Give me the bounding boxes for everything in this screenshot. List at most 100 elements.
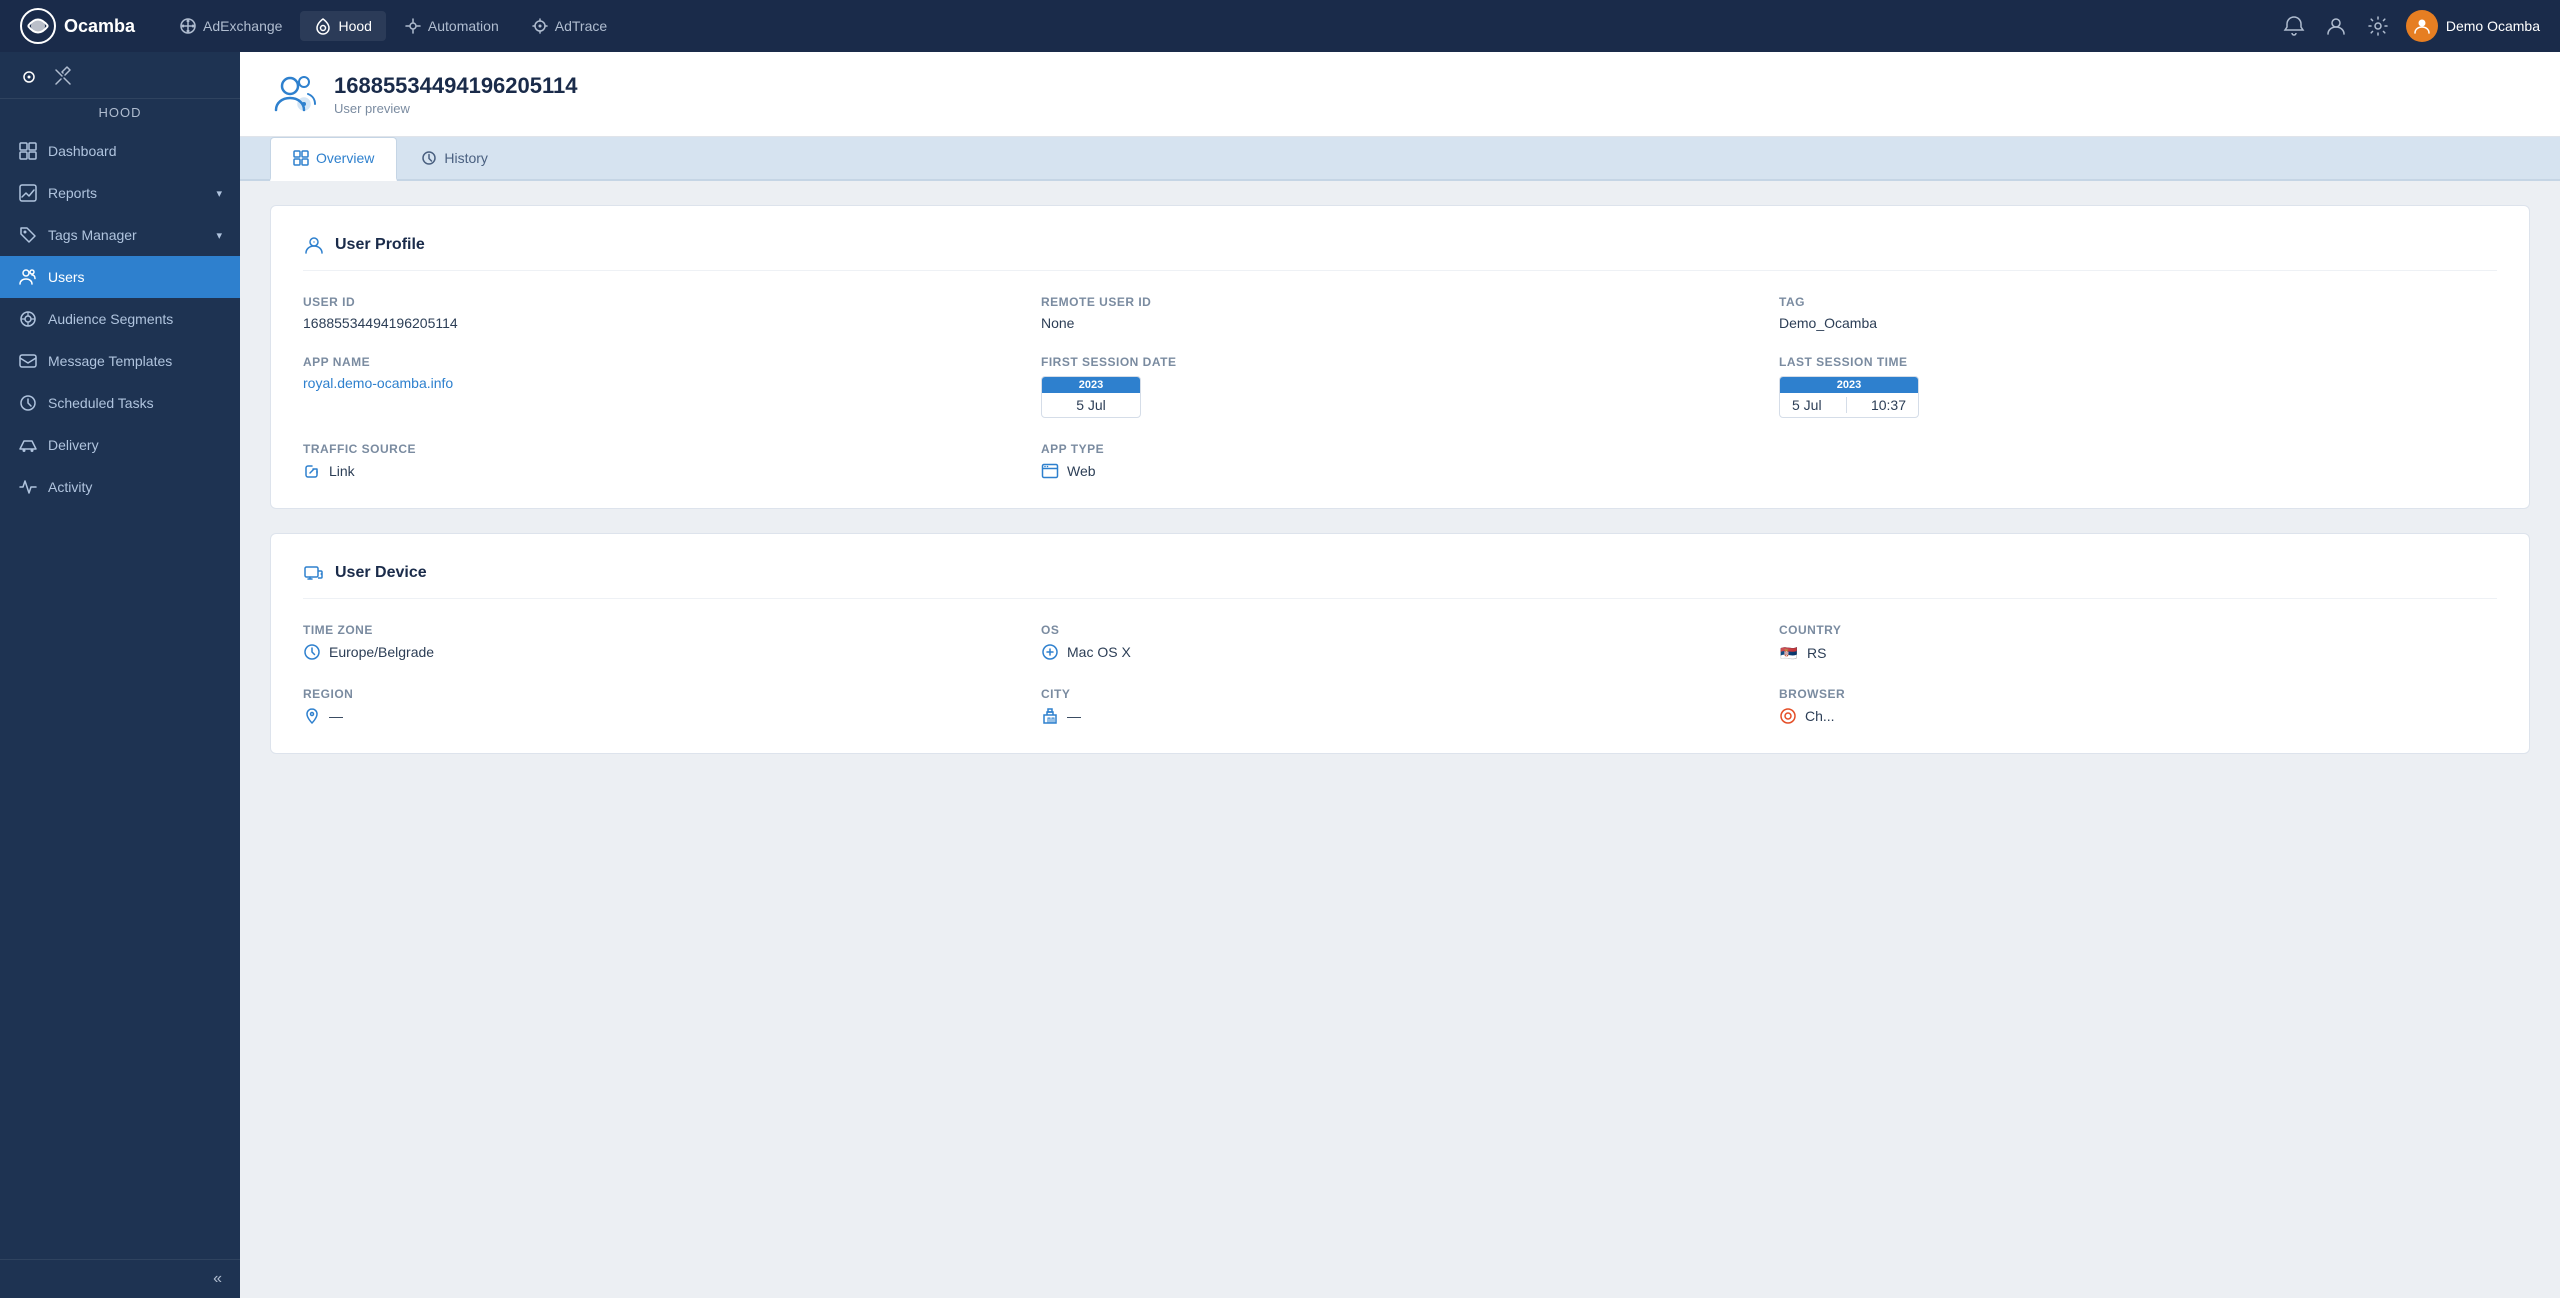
tab-overview[interactable]: Overview <box>270 137 397 181</box>
sidebar-bottom: « <box>0 1259 240 1298</box>
nav-hood[interactable]: Hood <box>300 11 385 41</box>
profile-field-traffic-source: Traffic Source Link <box>303 442 1021 480</box>
traffic-source-text: Link <box>329 463 355 479</box>
app-name: Ocamba <box>64 16 135 37</box>
sidebar-item-reports[interactable]: Reports ▾ <box>0 172 240 214</box>
sidebar-item-users[interactable]: Users <box>0 256 240 298</box>
logo-icon <box>20 8 56 44</box>
automation-icon <box>404 17 422 35</box>
nav-adexchange[interactable]: AdExchange <box>165 11 296 41</box>
user-device-card-inner: User Device Time Zone Europe/Belgrade <box>271 534 2529 753</box>
user-device-title: User Device <box>303 562 2497 599</box>
hood-icon <box>314 17 332 35</box>
app-layout: Hood Dashboard Reports ▾ Tags Manager ▾ … <box>0 52 2560 1298</box>
sidebar-item-activity[interactable]: Activity <box>0 466 240 508</box>
user-button[interactable] <box>2322 12 2350 40</box>
last-session-year: 2023 <box>1780 377 1918 393</box>
content-area: User Profile User ID 1688553449419620511… <box>240 181 2560 802</box>
last-session-badge: 2023 5 Jul 10:37 <box>1779 376 1919 418</box>
browser-value: Ch... <box>1779 707 2497 725</box>
top-menu: AdExchange Hood Automation AdTrace <box>165 11 2280 41</box>
sidebar-delivery-label: Delivery <box>48 437 99 453</box>
sidebar-tools-icon[interactable] <box>52 66 74 88</box>
sidebar-item-delivery[interactable]: Delivery <box>0 424 240 466</box>
tab-history[interactable]: History <box>399 138 510 181</box>
sidebar-home-icon[interactable] <box>18 66 40 88</box>
activity-icon <box>18 477 38 497</box>
profile-field-browser: Browser Ch... <box>1779 687 2497 725</box>
delivery-icon <box>18 435 38 455</box>
session-divider <box>1846 397 1847 413</box>
city-text: — <box>1067 708 1081 724</box>
profile-field-first-session: First Session Date 2023 5 Jul <box>1041 355 1759 418</box>
first-session-year: 2023 <box>1042 377 1140 393</box>
tags-arrow-icon: ▾ <box>216 229 222 242</box>
timezone-label: Time Zone <box>303 623 1021 637</box>
page-header: 16885534494196205114 User preview <box>240 52 2560 137</box>
profile-field-region: Region — <box>303 687 1021 725</box>
first-session-label: First Session Date <box>1041 355 1759 369</box>
app-type-value: Web <box>1041 462 1759 480</box>
message-templates-icon <box>18 351 38 371</box>
sidebar-item-tags-manager[interactable]: Tags Manager ▾ <box>0 214 240 256</box>
browser-label: Browser <box>1779 687 2497 701</box>
sidebar-item-message-templates[interactable]: Message Templates <box>0 340 240 382</box>
web-icon <box>1041 462 1059 480</box>
sidebar-item-scheduled-tasks[interactable]: Scheduled Tasks <box>0 382 240 424</box>
main-content: 16885534494196205114 User preview Overvi… <box>240 52 2560 1298</box>
sidebar-collapse-button[interactable]: « <box>213 1270 222 1288</box>
country-label: Country <box>1779 623 2497 637</box>
profile-field-country: Country 🇷🇸 RS <box>1779 623 2497 663</box>
tab-history-label: History <box>444 150 488 166</box>
sidebar-activity-label: Activity <box>48 479 92 495</box>
os-icon <box>1041 643 1059 661</box>
nav-automation[interactable]: Automation <box>390 11 513 41</box>
app-type-text: Web <box>1067 463 1096 479</box>
user-device-card: User Device Time Zone Europe/Belgrade <box>270 533 2530 754</box>
country-value: 🇷🇸 RS <box>1779 643 2497 663</box>
device-grid: Time Zone Europe/Belgrade OS Mac OS <box>303 623 2497 725</box>
notifications-button[interactable] <box>2280 12 2308 40</box>
topnav-right: Demo Ocamba <box>2280 10 2540 42</box>
sidebar: Hood Dashboard Reports ▾ Tags Manager ▾ … <box>0 52 240 1298</box>
last-session-time: 10:37 <box>1871 397 1906 413</box>
profile-field-city: City — <box>1041 687 1759 725</box>
user-id-label: User ID <box>303 295 1021 309</box>
avatar-icon <box>2413 17 2431 35</box>
city-value: — <box>1041 707 1759 725</box>
profile-field-app-type: App Type Web <box>1041 442 1759 480</box>
nav-hood-label: Hood <box>338 18 371 34</box>
remote-user-id-value: None <box>1041 315 1759 331</box>
user-icon <box>2325 15 2347 37</box>
timezone-value: Europe/Belgrade <box>303 643 1021 661</box>
top-navigation: Ocamba AdExchange Hood Automation AdTrac… <box>0 0 2560 52</box>
sidebar-users-label: Users <box>48 269 85 285</box>
sidebar-icons <box>18 66 74 88</box>
sidebar-item-dashboard[interactable]: Dashboard <box>0 130 240 172</box>
app-name-value[interactable]: royal.demo-ocamba.info <box>303 375 453 391</box>
remote-user-id-label: Remote User ID <box>1041 295 1759 309</box>
region-text: — <box>329 708 343 724</box>
user-profile-menu[interactable]: Demo Ocamba <box>2406 10 2540 42</box>
profile-field-last-session: Last Session Time 2023 5 Jul 10:37 <box>1779 355 2497 418</box>
region-icon <box>303 707 321 725</box>
sidebar-item-audience-segments[interactable]: Audience Segments <box>0 298 240 340</box>
os-text: Mac OS X <box>1067 644 1131 660</box>
nav-adtrace[interactable]: AdTrace <box>517 11 621 41</box>
settings-button[interactable] <box>2364 12 2392 40</box>
sidebar-message-templates-label: Message Templates <box>48 353 172 369</box>
adexchange-icon <box>179 17 197 35</box>
tab-overview-label: Overview <box>316 150 374 166</box>
city-icon <box>1041 707 1059 725</box>
last-session-row: 5 Jul 10:37 <box>1780 393 1918 417</box>
profile-field-app-name: App name royal.demo-ocamba.info <box>303 355 1021 418</box>
nav-automation-label: Automation <box>428 18 499 34</box>
app-logo[interactable]: Ocamba <box>20 8 135 44</box>
os-value: Mac OS X <box>1041 643 1759 661</box>
browser-icon <box>1779 707 1797 725</box>
page-title: 16885534494196205114 <box>334 73 578 99</box>
sidebar-scheduled-tasks-label: Scheduled Tasks <box>48 395 154 411</box>
app-type-label: App Type <box>1041 442 1759 456</box>
history-tab-icon <box>421 150 437 166</box>
sidebar-reports-label: Reports <box>48 185 97 201</box>
